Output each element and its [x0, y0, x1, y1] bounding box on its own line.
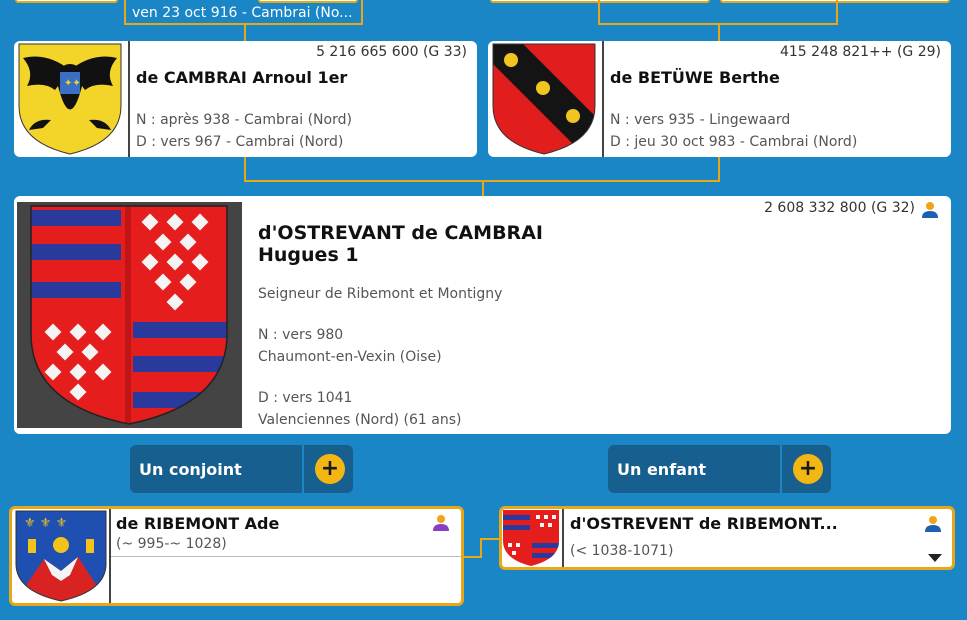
- person-name[interactable]: de BETÜWE Berthe: [610, 68, 780, 87]
- person-icon[interactable]: [924, 515, 942, 533]
- sosa-number: 415 248 821++ (G 29): [779, 44, 941, 60]
- child-coat-of-arms-icon: [503, 510, 559, 566]
- main-surname[interactable]: d'OSTREVANT de CAMBRAI: [258, 222, 543, 244]
- divider: [602, 41, 604, 157]
- grandparent-card-partial-left[interactable]: [15, 0, 118, 3]
- death-place: Valenciennes (Nord) (61 ans): [258, 412, 462, 428]
- birth-place: Chaumont-en-Vexin (Oise): [258, 349, 442, 365]
- death-info: D : vers 1041: [258, 390, 353, 406]
- divider: [562, 509, 564, 567]
- eagle-coat-of-arms-icon: ✦✦: [18, 43, 122, 155]
- person-icon[interactable]: [921, 201, 939, 219]
- death-info: D : vers 967 - Cambrai (Nord): [136, 134, 344, 150]
- birth-info: N : après 938 - Cambrai (Nord): [136, 112, 352, 128]
- birth-info: N : vers 980: [258, 327, 344, 343]
- grandparents-marriage-text: ven 23 oct 916 - Cambrai (No...: [132, 5, 353, 21]
- connector: [244, 25, 246, 41]
- child-card[interactable]: d'OSTREVENT de RIBEMONT... (< 1038-1071): [499, 506, 955, 570]
- grandparent-card-partial-right-2[interactable]: [720, 0, 950, 3]
- button-divider: [780, 445, 782, 493]
- life-dates: (< 1038-1071): [570, 543, 674, 559]
- person-name[interactable]: de CAMBRAI Arnoul 1er: [136, 68, 347, 87]
- person-name[interactable]: de RIBEMONT Ade: [116, 514, 279, 533]
- ostrevant-coat-of-arms-icon: [30, 205, 228, 425]
- mother-card[interactable]: 415 248 821++ (G 29) de BETÜWE Berthe N …: [488, 41, 951, 157]
- father-card[interactable]: ✦✦ 5 216 665 600 (G 33) de CAMBRAI Arnou…: [14, 41, 477, 157]
- separator: [111, 556, 461, 557]
- person-name[interactable]: d'OSTREVENT de RIBEMONT...: [570, 514, 838, 533]
- connector: [480, 538, 482, 558]
- add-child-label: Un enfant: [617, 460, 706, 479]
- connector: [718, 23, 720, 41]
- main-given-name[interactable]: Hugues 1: [258, 244, 359, 266]
- life-dates: (~ 995-~ 1028): [116, 536, 227, 552]
- sosa-number: 5 216 665 600 (G 33): [316, 44, 467, 60]
- svg-text:⚜ ⚜ ⚜: ⚜ ⚜ ⚜: [24, 516, 67, 531]
- sosa-number: 2 608 332 800 (G 32): [764, 200, 915, 216]
- plus-icon[interactable]: +: [793, 454, 823, 484]
- bend-lions-coat-of-arms-icon: [492, 43, 596, 155]
- ribemont-coat-of-arms-icon: ⚜ ⚜ ⚜: [15, 510, 107, 602]
- connector: [598, 0, 600, 25]
- divider: [109, 509, 111, 603]
- svg-text:✦✦: ✦✦: [64, 78, 81, 89]
- title-info: Seigneur de Ribemont et Montigny: [258, 286, 503, 302]
- grandparent-card-partial-right[interactable]: [490, 0, 710, 3]
- main-person-card[interactable]: 2 608 332 800 (G 32) d'OSTREVANT de CAMB…: [14, 196, 951, 434]
- caret-down-icon[interactable]: [927, 553, 943, 563]
- connector: [480, 538, 500, 540]
- add-child-button[interactable]: Un enfant +: [608, 445, 831, 493]
- person-female-icon[interactable]: [432, 514, 450, 532]
- birth-info: N : vers 935 - Lingewaard: [610, 112, 791, 128]
- connector: [244, 157, 246, 181]
- plus-icon[interactable]: +: [315, 454, 345, 484]
- connector: [836, 0, 838, 25]
- divider: [128, 41, 130, 157]
- button-divider: [302, 445, 304, 493]
- spouse-card[interactable]: ⚜ ⚜ ⚜ de RIBEMONT Ade (~ 995-~ 1028): [9, 506, 464, 606]
- death-info: D : jeu 30 oct 983 - Cambrai (Nord): [610, 134, 858, 150]
- connector: [482, 180, 484, 196]
- add-spouse-label: Un conjoint: [139, 460, 242, 479]
- add-spouse-button[interactable]: Un conjoint +: [130, 445, 353, 493]
- connector: [718, 157, 720, 181]
